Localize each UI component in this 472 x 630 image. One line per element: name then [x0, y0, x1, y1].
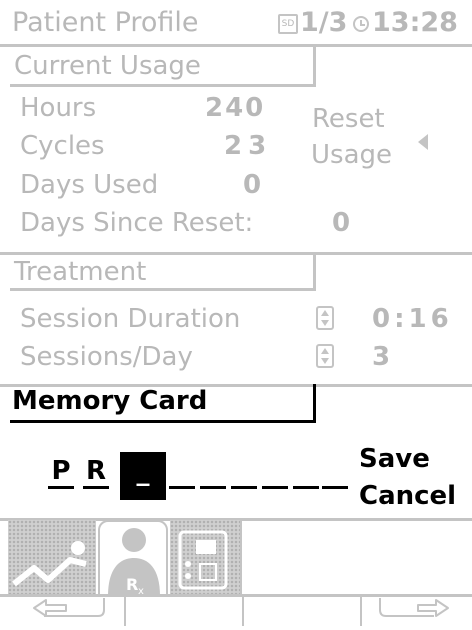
char-slot-empty[interactable] — [231, 486, 257, 489]
section-tab-edge — [313, 252, 316, 288]
hours-label: Hours — [20, 93, 97, 123]
section-tab-edge — [313, 44, 316, 84]
session-duration-stepper-icon[interactable] — [316, 306, 334, 330]
svg-text:R: R — [126, 575, 138, 594]
reset-usage-button[interactable]: Reset Usage — [308, 100, 458, 174]
patient-reclining-icon — [12, 541, 87, 587]
char-slot-3-active[interactable]: _ — [120, 452, 166, 500]
softkey-2[interactable] — [126, 596, 244, 626]
cancel-button[interactable]: Cancel — [359, 481, 456, 511]
arrow-left-icon — [418, 134, 428, 150]
softkey-forward[interactable] — [362, 596, 472, 626]
sessions-per-day-stepper-icon[interactable] — [316, 344, 334, 368]
reset-usage-label-line2: Usage — [311, 140, 393, 170]
session-duration-label: Session Duration — [20, 304, 241, 334]
device-panel-icon — [178, 530, 228, 590]
treatment-title: Treatment — [14, 257, 147, 287]
current-usage-title: Current Usage — [14, 51, 201, 81]
back-arrow-icon — [33, 598, 105, 617]
char-underline — [83, 486, 109, 489]
tab-device-settings[interactable] — [170, 520, 242, 594]
page-indicator: 1/3 — [300, 7, 348, 38]
char-slot-empty[interactable] — [293, 486, 319, 489]
page-title: Patient Profile — [12, 7, 199, 38]
forward-arrow-icon — [379, 598, 449, 617]
char-underline — [48, 486, 74, 489]
sessions-per-day-label: Sessions/Day — [20, 342, 193, 372]
days-used-label: Days Used — [20, 170, 159, 200]
days-since-reset-value: 0 — [332, 208, 351, 238]
char-slot-empty[interactable] — [169, 486, 195, 489]
memory-card-title: Memory Card — [12, 386, 208, 416]
hours-value: 240 — [205, 93, 266, 123]
session-duration-value[interactable]: 0:16 — [372, 304, 453, 334]
char-slot-empty[interactable] — [200, 486, 226, 489]
cycles-label: Cycles — [20, 131, 105, 161]
softkey-back[interactable] — [0, 596, 126, 626]
char-slot-empty[interactable] — [322, 486, 348, 489]
tab-prescription[interactable]: R x — [98, 520, 168, 597]
clock-time: 13:28 — [372, 7, 458, 38]
cycles-value: 23 — [224, 131, 273, 161]
save-button[interactable]: Save — [359, 444, 430, 474]
prescription-person-icon: R x — [108, 528, 160, 597]
reset-usage-label-line1: Reset — [312, 104, 385, 134]
softkey-3[interactable] — [244, 596, 362, 626]
char-slot-empty[interactable] — [262, 486, 288, 489]
clock-icon — [353, 16, 369, 32]
sd-badge-text: SD — [281, 19, 295, 29]
sd-card-icon: SD — [278, 14, 298, 34]
sessions-per-day-value[interactable]: 3 — [372, 342, 390, 372]
days-since-reset-label: Days Since Reset: — [20, 208, 254, 238]
tab-therapy[interactable] — [8, 520, 96, 594]
days-used-value: 0 — [243, 170, 262, 200]
section-tab-edge — [313, 384, 316, 420]
